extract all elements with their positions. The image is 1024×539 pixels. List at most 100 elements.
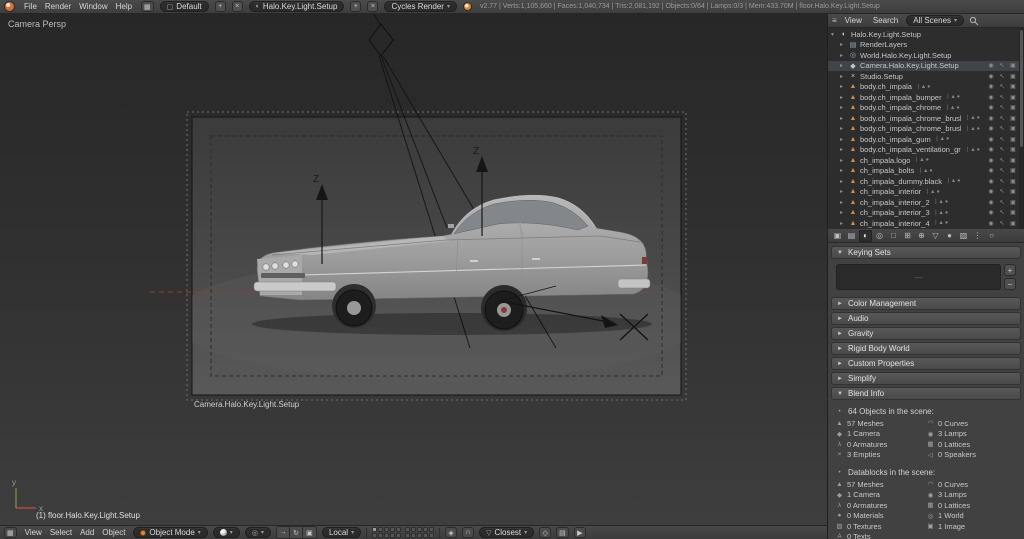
outliner-item[interactable]: ▾ ◐ Halo.Key.Light.Setup — [828, 29, 1019, 40]
outliner-item[interactable]: ▸ ▲ body.ch_impala_ventilation_grills ∣▲● ◉ ↖… — [828, 145, 1019, 156]
selectability-toggle[interactable]: ↖ — [998, 62, 1006, 69]
layer-19[interactable] — [423, 533, 429, 538]
visibility-toggle[interactable]: ◉ — [987, 188, 995, 195]
menu-window[interactable]: Window — [76, 2, 110, 11]
layers-widget[interactable] — [372, 527, 435, 538]
outliner-view-menu[interactable]: View — [842, 16, 865, 25]
outliner-item[interactable]: ▸ ▲ body.ch_impala_gum ∣▲● ◉ ↖ ▣ — [828, 134, 1019, 145]
tab-scene[interactable]: ◐ — [859, 229, 872, 242]
layer-4[interactable] — [390, 527, 396, 532]
outliner-item[interactable]: ▸ ▲ body.ch_impala_chrome_brushed ∣▲● ◉ ↖ ▣ — [828, 113, 1019, 124]
snap-element-selector[interactable]: ▽ Closest ▾ — [479, 527, 535, 538]
tab-physics[interactable]: ○ — [985, 230, 998, 242]
render-toggle[interactable]: ▣ — [1009, 125, 1017, 132]
render-toggle[interactable]: ▣ — [1009, 188, 1017, 195]
render-toggle[interactable]: ▣ — [1009, 209, 1017, 216]
expand-icon[interactable]: ▸ — [840, 125, 846, 132]
render-toggle[interactable]: ▣ — [1009, 167, 1017, 174]
panel-header-custom-properties[interactable]: ► Custom Properties — [831, 357, 1021, 370]
layer-16[interactable] — [405, 533, 411, 538]
orientation-selector[interactable]: Local ▾ — [321, 527, 362, 538]
visibility-toggle[interactable]: ◉ — [987, 73, 995, 80]
layer-3[interactable] — [384, 527, 390, 532]
layer-10[interactable] — [396, 533, 402, 538]
expand-icon[interactable]: ▸ — [840, 146, 846, 153]
menu-select[interactable]: Select — [47, 528, 75, 537]
menu-view[interactable]: View — [22, 528, 45, 537]
panel-header-blend-info[interactable]: ▼ Blend Info — [831, 387, 1021, 400]
selectability-toggle[interactable]: ↖ — [998, 220, 1006, 227]
panel-header-audio[interactable]: ► Audio — [831, 312, 1021, 325]
outliner-item[interactable]: ▸ ▲ body.ch_impala_chrome ∣▲● ◉ ↖ ▣ — [828, 103, 1019, 114]
expand-icon[interactable]: ▸ — [840, 41, 846, 48]
snap-target-icon[interactable]: ◇ — [539, 527, 552, 538]
expand-icon[interactable]: ▸ — [840, 73, 846, 80]
layer-6[interactable] — [372, 533, 378, 538]
selectability-toggle[interactable]: ↖ — [998, 199, 1006, 206]
outliner-item[interactable]: ▸ ▲ ch_impala_interior_3 ∣▲● ◉ ↖ ▣ — [828, 208, 1019, 219]
menu-help[interactable]: Help — [113, 2, 135, 11]
layer-20[interactable] — [429, 533, 435, 538]
render-toggle[interactable]: ▣ — [1009, 115, 1017, 122]
outliner-scrollbar[interactable] — [1019, 28, 1024, 229]
tab-object-data[interactable]: ▽ — [929, 230, 942, 242]
screen-layout-selector[interactable]: ▢ Default — [159, 1, 209, 12]
editor-type-icon[interactable]: ▦ — [141, 1, 154, 12]
selectability-toggle[interactable]: ↖ — [998, 146, 1006, 153]
outliner-display-mode[interactable]: All Scenes ▾ — [906, 15, 965, 26]
keying-sets-list[interactable]: — — [836, 264, 1001, 290]
selectability-toggle[interactable]: ↖ — [998, 104, 1006, 111]
visibility-toggle[interactable]: ◉ — [987, 199, 995, 206]
outliner-item[interactable]: ▸ ▲ ch_impala_interior_4 ∣▲● ◉ ↖ ▣ — [828, 218, 1019, 229]
visibility-toggle[interactable]: ◉ — [987, 146, 995, 153]
layer-8[interactable] — [384, 533, 390, 538]
layer-15[interactable] — [429, 527, 435, 532]
expand-icon[interactable]: ▸ — [840, 94, 846, 101]
expand-icon[interactable]: ▸ — [840, 178, 846, 185]
outliner-editor-icon[interactable]: ≡ — [832, 16, 837, 25]
scene-selector[interactable]: ◐ Halo.Key.Light.Setup — [248, 1, 345, 12]
visibility-toggle[interactable]: ◉ — [987, 62, 995, 69]
editor-type-icon[interactable]: ▦ — [4, 527, 17, 538]
panel-header-keying-sets[interactable]: ▼ Keying Sets — [831, 246, 1021, 259]
tab-material[interactable]: ● — [943, 230, 956, 242]
render-toggle[interactable]: ▣ — [1009, 157, 1017, 164]
layer-9[interactable] — [390, 533, 396, 538]
snap-magnet-icon[interactable]: ∩ — [462, 527, 475, 538]
translate-manipulator-button[interactable]: → — [276, 527, 290, 538]
render-engine-selector[interactable]: Cycles Render ▾ — [384, 1, 457, 12]
visibility-toggle[interactable]: ◉ — [987, 125, 995, 132]
outliner-item[interactable]: ▸ ▲ ch_impala_dummy.black ∣▲● ◉ ↖ ▣ — [828, 176, 1019, 187]
delete-screen-button[interactable]: × — [231, 1, 243, 12]
selectability-toggle[interactable]: ↖ — [998, 125, 1006, 132]
visibility-toggle[interactable]: ◉ — [987, 136, 995, 143]
delete-scene-button[interactable]: × — [367, 1, 379, 12]
layer-14[interactable] — [423, 527, 429, 532]
menu-add[interactable]: Add — [77, 528, 97, 537]
render-toggle[interactable]: ▣ — [1009, 83, 1017, 90]
render-toggle[interactable]: ▣ — [1009, 73, 1017, 80]
tab-world[interactable]: ◎ — [873, 230, 886, 242]
tab-modifiers[interactable]: ⊕ — [915, 230, 928, 242]
pivot-point-selector[interactable]: ◎ ▾ — [244, 527, 271, 538]
outliner-item[interactable]: ▸ ▲ ch_impala.logo ∣▲● ◉ ↖ ▣ — [828, 155, 1019, 166]
visibility-toggle[interactable]: ◉ — [987, 115, 995, 122]
visibility-toggle[interactable]: ◉ — [987, 83, 995, 90]
outliner-item[interactable]: ▸ ▲ ch_impala_interior ∣▲● ◉ ↖ ▣ — [828, 187, 1019, 198]
selectability-toggle[interactable]: ↖ — [998, 167, 1006, 174]
outliner-item[interactable]: ▸ ▲ ch_impala_bolts ∣▲● ◉ ↖ ▣ — [828, 166, 1019, 177]
mode-selector[interactable]: Object Mode ▾ — [133, 527, 208, 538]
outliner-item[interactable]: ▸ ▤ RenderLayers — [828, 40, 1019, 51]
tab-texture[interactable]: ▨ — [957, 230, 970, 242]
selectability-toggle[interactable]: ↖ — [998, 73, 1006, 80]
visibility-toggle[interactable]: ◉ — [987, 209, 995, 216]
selectability-toggle[interactable]: ↖ — [998, 83, 1006, 90]
render-toggle[interactable]: ▣ — [1009, 199, 1017, 206]
collapse-icon[interactable]: ▾ — [831, 31, 837, 38]
visibility-toggle[interactable]: ◉ — [987, 167, 995, 174]
expand-icon[interactable]: ▸ — [840, 167, 846, 174]
rotate-manipulator-button[interactable]: ↻ — [289, 527, 303, 538]
outliner-item[interactable]: ▸ ▲ body.ch_impala_bumper ∣▲● ◉ ↖ ▣ — [828, 92, 1019, 103]
expand-icon[interactable]: ▸ — [840, 209, 846, 216]
render-toggle[interactable]: ▣ — [1009, 136, 1017, 143]
